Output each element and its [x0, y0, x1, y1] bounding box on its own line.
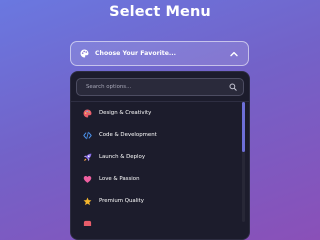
scrollbar-thumb[interactable]: [242, 102, 245, 152]
option-partial[interactable]: [71, 212, 241, 226]
option-label: Premium Quality: [99, 198, 144, 204]
option-premium-quality[interactable]: Premium Quality: [71, 190, 241, 212]
option-label: Design & Creativity: [99, 110, 152, 116]
select-trigger[interactable]: Choose Your Favorite...: [70, 41, 249, 66]
scrollbar-track[interactable]: [242, 102, 245, 222]
star-icon: [83, 197, 92, 206]
option-love-passion[interactable]: Love & Passion: [71, 168, 241, 190]
option-label: Love & Passion: [99, 176, 140, 182]
select-label: Choose Your Favorite...: [95, 50, 176, 57]
option-code-development[interactable]: Code & Development: [71, 124, 241, 146]
option-launch-deploy[interactable]: Launch & Deploy: [71, 146, 241, 168]
rocket-icon: [83, 153, 92, 162]
partial-option-icon: [83, 220, 92, 226]
page-title: Select Menu: [109, 4, 211, 20]
option-label: Code & Development: [99, 132, 157, 138]
search-icon[interactable]: [229, 83, 237, 91]
palette-icon: [83, 109, 92, 118]
code-icon: [83, 131, 92, 140]
heart-icon: [83, 175, 92, 184]
option-design-creativity[interactable]: Design & Creativity: [71, 102, 241, 124]
chevron-up-icon[interactable]: [230, 51, 238, 57]
option-label: Launch & Deploy: [99, 154, 146, 160]
palette-icon: [80, 49, 89, 58]
search-box[interactable]: [76, 78, 244, 96]
search-input[interactable]: [86, 81, 229, 93]
dropdown-panel: Design & Creativity Code & Development: [70, 71, 250, 240]
